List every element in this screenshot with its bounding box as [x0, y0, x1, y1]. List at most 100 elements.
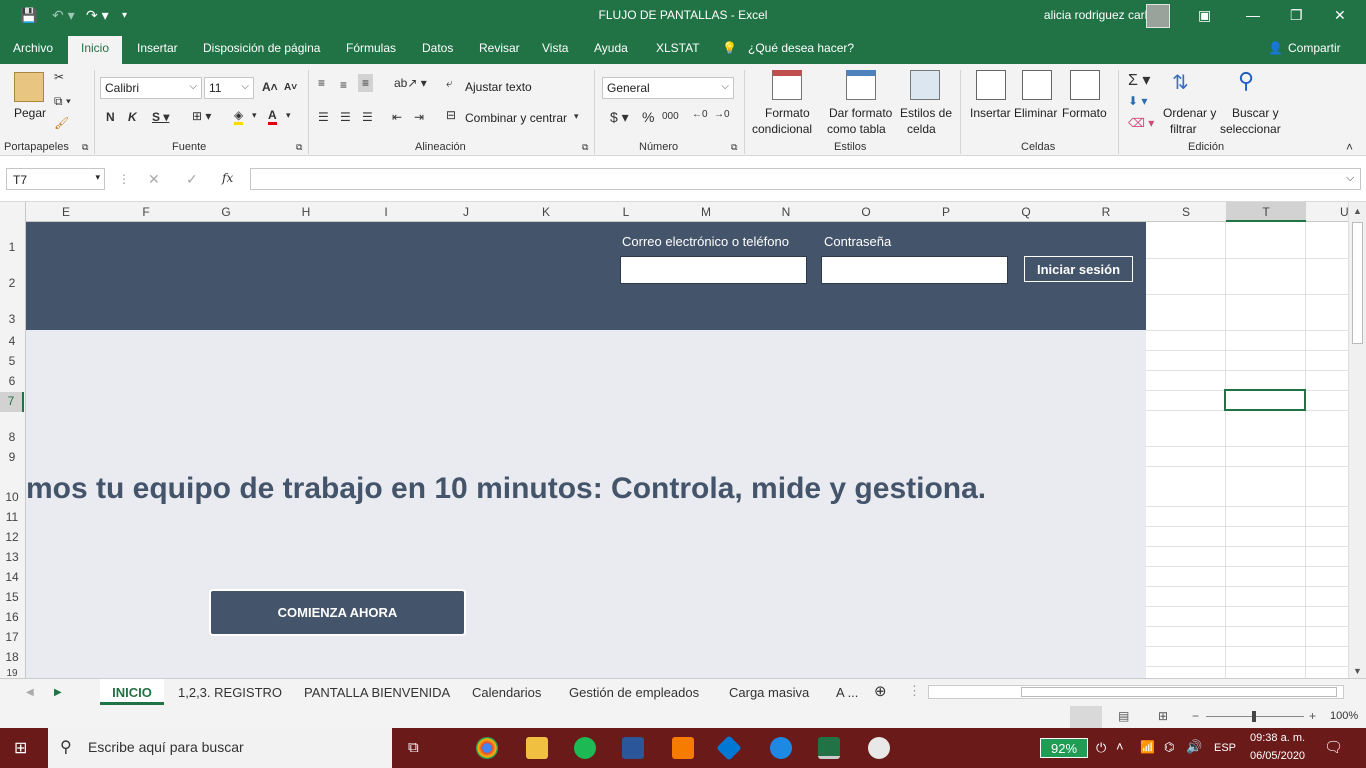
number-format-select[interactable]: General ⌵	[602, 77, 734, 99]
add-sheet-icon[interactable]: ⊕	[874, 682, 887, 700]
xampp-icon[interactable]	[672, 737, 694, 759]
volume-icon[interactable]: 🔊	[1186, 739, 1202, 755]
insert-cells-icon[interactable]	[976, 70, 1006, 100]
row-header[interactable]: 13	[0, 550, 24, 564]
minimize-icon[interactable]: —	[1246, 7, 1260, 23]
sort-filter-icon[interactable]: ⇅	[1172, 70, 1189, 95]
cell-styles-line1[interactable]: Estilos de	[900, 106, 952, 120]
copy-icon[interactable]: ⧉ ▾	[54, 94, 71, 109]
conditional-format-button-line2[interactable]: condicional	[752, 122, 812, 136]
horizontal-scrollbar[interactable]	[928, 685, 1344, 699]
sort-filter-line1[interactable]: Ordenar y	[1163, 106, 1216, 120]
zoom-handle[interactable]	[1252, 711, 1256, 722]
row-header[interactable]: 4	[0, 334, 24, 348]
col-header[interactable]: O	[826, 205, 906, 219]
cancel-icon[interactable]: ✕	[148, 171, 160, 188]
row-header[interactable]: 3	[0, 312, 24, 326]
col-header[interactable]: I	[346, 205, 426, 219]
vscode-icon[interactable]	[716, 735, 742, 761]
align-bottom-icon[interactable]: ≡	[358, 74, 374, 92]
language-indicator[interactable]: ESP	[1214, 742, 1236, 754]
scroll-up-icon[interactable]: ▲	[1353, 206, 1362, 216]
align-middle-icon[interactable]: ≡	[340, 78, 347, 92]
align-top-icon[interactable]: ≡	[318, 76, 325, 90]
search-icon[interactable]: ⚲	[1238, 68, 1254, 94]
format-cells-icon[interactable]	[1070, 70, 1100, 100]
tab-insertar[interactable]: Insertar	[137, 41, 178, 55]
col-header-selected[interactable]: T	[1226, 202, 1306, 222]
col-header[interactable]: G	[186, 205, 266, 219]
row-header[interactable]: 8	[0, 430, 24, 444]
name-box[interactable]: T7 ▾	[6, 168, 105, 190]
email-field[interactable]	[620, 256, 807, 284]
ribbon-display-icon[interactable]: ▣	[1198, 7, 1211, 24]
col-header[interactable]: J	[426, 205, 506, 219]
enter-icon[interactable]: ✓	[186, 171, 198, 188]
sheet-tab[interactable]: Gestión de empleados	[569, 685, 699, 700]
bold-icon[interactable]: N	[106, 110, 115, 124]
close-icon[interactable]: ✕	[1334, 7, 1346, 24]
row-header[interactable]: 9	[0, 450, 24, 464]
cut-icon[interactable]: ✂	[54, 70, 64, 84]
tab-ayuda[interactable]: Ayuda	[594, 41, 628, 55]
row-header[interactable]: 14	[0, 570, 24, 584]
formula-input[interactable]	[250, 168, 1361, 190]
merge-center-button[interactable]: Combinar y centrar	[465, 111, 567, 125]
avatar[interactable]	[1146, 4, 1170, 28]
chevron-down-icon[interactable]: ▾	[286, 110, 291, 121]
page-layout-icon[interactable]: ▤	[1118, 709, 1129, 723]
number-launcher-icon[interactable]: ⧉	[731, 142, 737, 153]
row-header[interactable]: 18	[0, 650, 24, 664]
excel-icon[interactable]	[818, 737, 840, 759]
cell-styles-icon[interactable]	[910, 70, 940, 100]
tab-xlstat[interactable]: XLSTAT	[656, 41, 700, 55]
windows-start-icon[interactable]: ⊞	[14, 738, 27, 758]
tab-archivo[interactable]: Archivo	[13, 41, 53, 55]
paste-icon[interactable]	[14, 72, 44, 102]
shrink-font-icon[interactable]: A˅	[284, 82, 297, 93]
battery-indicator[interactable]: 92%	[1040, 738, 1088, 758]
restore-icon[interactable]: ❐	[1290, 7, 1303, 24]
align-center-icon[interactable]: ☰	[340, 110, 351, 124]
italic-icon[interactable]: K	[128, 110, 137, 124]
font-color-icon[interactable]: A	[268, 108, 277, 125]
comma-style-icon[interactable]: 000	[662, 111, 679, 122]
currency-icon[interactable]: $ ▾	[610, 109, 629, 126]
row-header[interactable]: 5	[0, 354, 24, 368]
worksheet-grid[interactable]: Correo electrónico o teléfono Contraseña…	[26, 222, 1348, 678]
tell-me-search[interactable]: ¿Qué desea hacer?	[748, 41, 854, 55]
chrome-icon[interactable]	[476, 737, 498, 759]
format-as-table-icon[interactable]	[846, 70, 876, 100]
zoom-level[interactable]: 100%	[1330, 710, 1358, 722]
chevron-down-icon[interactable]: ▾	[252, 110, 257, 121]
tab-inicio[interactable]: Inicio	[68, 36, 122, 64]
fill-color-icon[interactable]: ◈	[234, 108, 244, 125]
col-header[interactable]: F	[106, 205, 186, 219]
prev-sheet-icon[interactable]: ◀	[26, 687, 34, 698]
vertical-scrollbar[interactable]: ▲ ▼	[1348, 202, 1366, 678]
row-header[interactable]: 15	[0, 590, 24, 604]
row-header[interactable]: 10	[0, 490, 24, 504]
col-header[interactable]: K	[506, 205, 586, 219]
col-header[interactable]: N	[746, 205, 826, 219]
row-header[interactable]: 11	[0, 510, 24, 524]
clock-time[interactable]: 09:38 a. m.	[1250, 732, 1305, 744]
sheet-tab[interactable]: A ...	[836, 685, 858, 700]
row-header[interactable]: 17	[0, 630, 24, 644]
delete-cells-button[interactable]: Eliminar	[1014, 106, 1057, 120]
expand-formula-icon[interactable]: ⌵	[1346, 172, 1354, 185]
link-icon[interactable]: ⌬	[1164, 740, 1174, 754]
row-header[interactable]: 1	[0, 240, 24, 254]
tab-vista[interactable]: Vista	[542, 41, 568, 55]
h-scroll-thumb[interactable]	[1021, 687, 1337, 697]
sheet-tab[interactable]: Calendarios	[472, 685, 541, 700]
spotify-icon[interactable]	[574, 737, 596, 759]
row-header[interactable]: 2	[0, 276, 24, 290]
insert-function-icon[interactable]: fx	[222, 171, 233, 185]
file-explorer-icon[interactable]	[526, 737, 548, 759]
scroll-down-icon[interactable]: ▼	[1353, 666, 1362, 676]
percent-icon[interactable]: %	[642, 109, 654, 125]
normal-view-icon[interactable]	[1070, 706, 1102, 728]
tab-formulas[interactable]: Fórmulas	[346, 41, 396, 55]
login-button[interactable]: Iniciar sesión	[1024, 256, 1133, 282]
